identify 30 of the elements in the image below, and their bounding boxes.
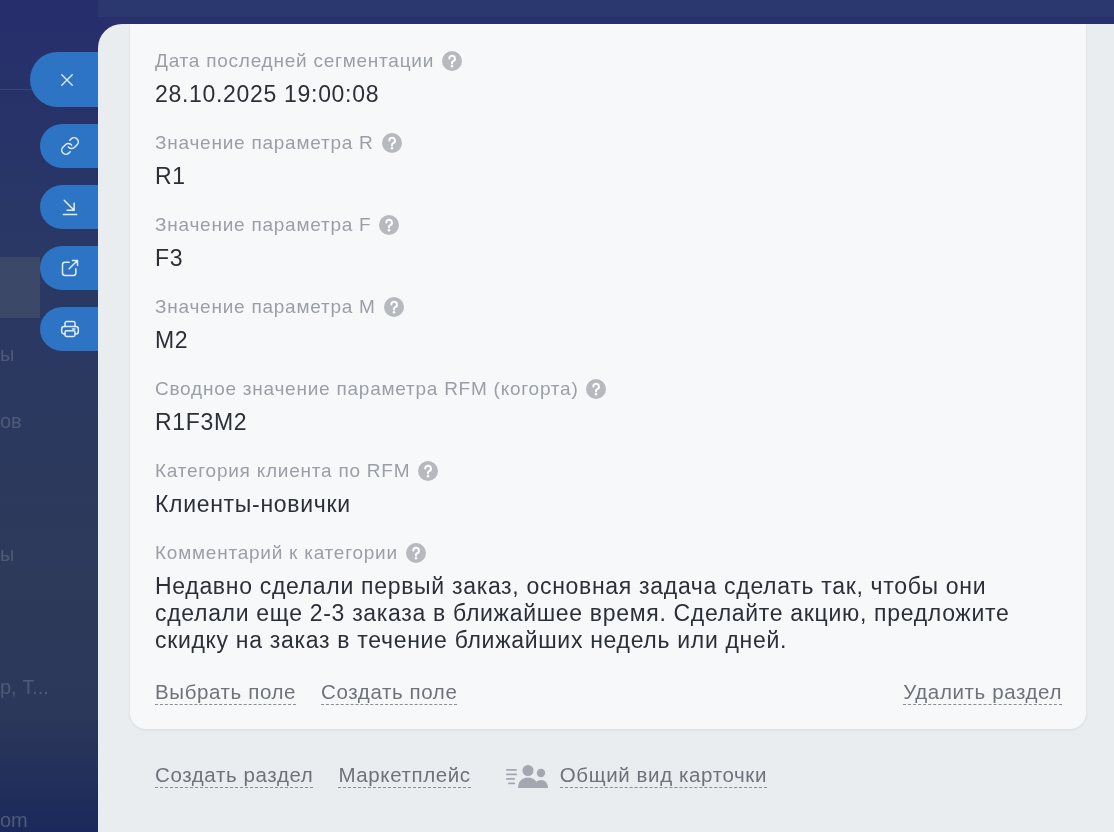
field-value: Недавно сделали первый заказ, основная задача сделать так, чтобы они сделали еще 2-3 заказа в ближайшее время. Сделайте акцию, предложите скидку на заказ в течение ближайших недель или дней. [155,573,1011,654]
field-label: Дата последней сегментации [155,51,435,71]
section-action-link[interactable]: Выбрать поле [155,680,297,705]
field-label: Категория клиента по RFM [155,461,411,481]
footer-link[interactable]: Общий вид карточки [559,763,767,788]
field-value: R1F3M2 [155,409,249,436]
footer-link[interactable]: Создать раздел [155,763,314,788]
link-icon [60,136,80,156]
open-external-button[interactable] [40,246,98,290]
download-button[interactable] [40,185,98,229]
section-action-link[interactable]: Удалить раздел [903,680,1062,705]
print-button[interactable] [40,307,98,351]
section-action-link[interactable]: Создать поле [321,680,458,705]
field-value: Клиенты-новички [155,491,352,518]
field-value: M2 [155,327,190,354]
field-label: Комментарий к категории [155,543,398,563]
external-link-icon [60,258,80,278]
field-value: F3 [155,245,185,272]
field-label: Сводное значение параметра RFM (когорта) [155,379,579,399]
arrow-down-right-icon [60,197,80,217]
field-label: Значение параметра M [155,297,376,317]
footer-link[interactable]: Маркетплейс [338,763,471,788]
field-value: 28.10.2025 19:00:08 [155,81,381,108]
field-label: Значение параметра F [155,215,372,235]
close-button[interactable] [30,52,98,107]
people-icon [505,763,548,788]
field-label: Значение параметра R [155,133,374,153]
link-button[interactable] [40,124,98,168]
field-value: R1 [155,163,187,190]
printer-icon [60,319,80,339]
